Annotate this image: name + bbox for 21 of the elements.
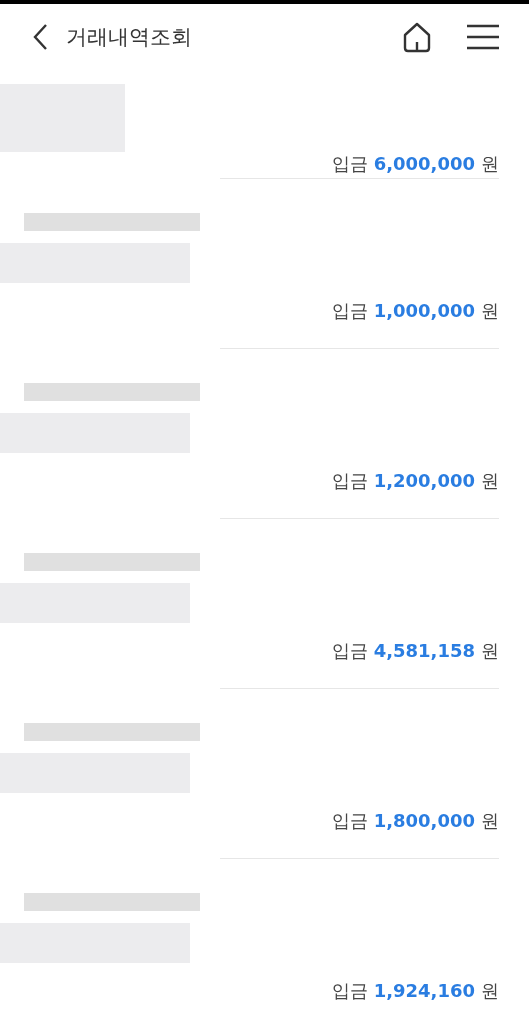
currency-unit: 원 [481, 639, 499, 663]
transaction-type: 입금 [331, 469, 368, 493]
home-button[interactable] [401, 21, 433, 53]
transaction-amount: 6,000,000 [373, 153, 475, 174]
transaction-type: 입금 [331, 299, 368, 323]
currency-unit: 원 [481, 979, 499, 1003]
menu-button[interactable] [467, 23, 499, 51]
currency-unit: 원 [481, 809, 499, 833]
currency-unit: 원 [481, 152, 499, 176]
currency-unit: 원 [481, 299, 499, 323]
transaction-type: 입금 [331, 639, 368, 663]
transaction-amount: 4,581,158 [373, 640, 475, 661]
currency-unit: 원 [481, 469, 499, 493]
transaction-amount: 1,800,000 [373, 810, 475, 831]
transaction-type: 입금 [331, 809, 368, 833]
transaction-type: 입금 [331, 979, 368, 1003]
transaction-amount: 1,200,000 [373, 470, 475, 491]
transaction-amount: 1,000,000 [373, 300, 475, 321]
page-title: 거래내역조회 [66, 24, 193, 51]
transaction-type: 입금 [331, 152, 368, 176]
transaction-amount: 1,924,160 [373, 980, 475, 1001]
